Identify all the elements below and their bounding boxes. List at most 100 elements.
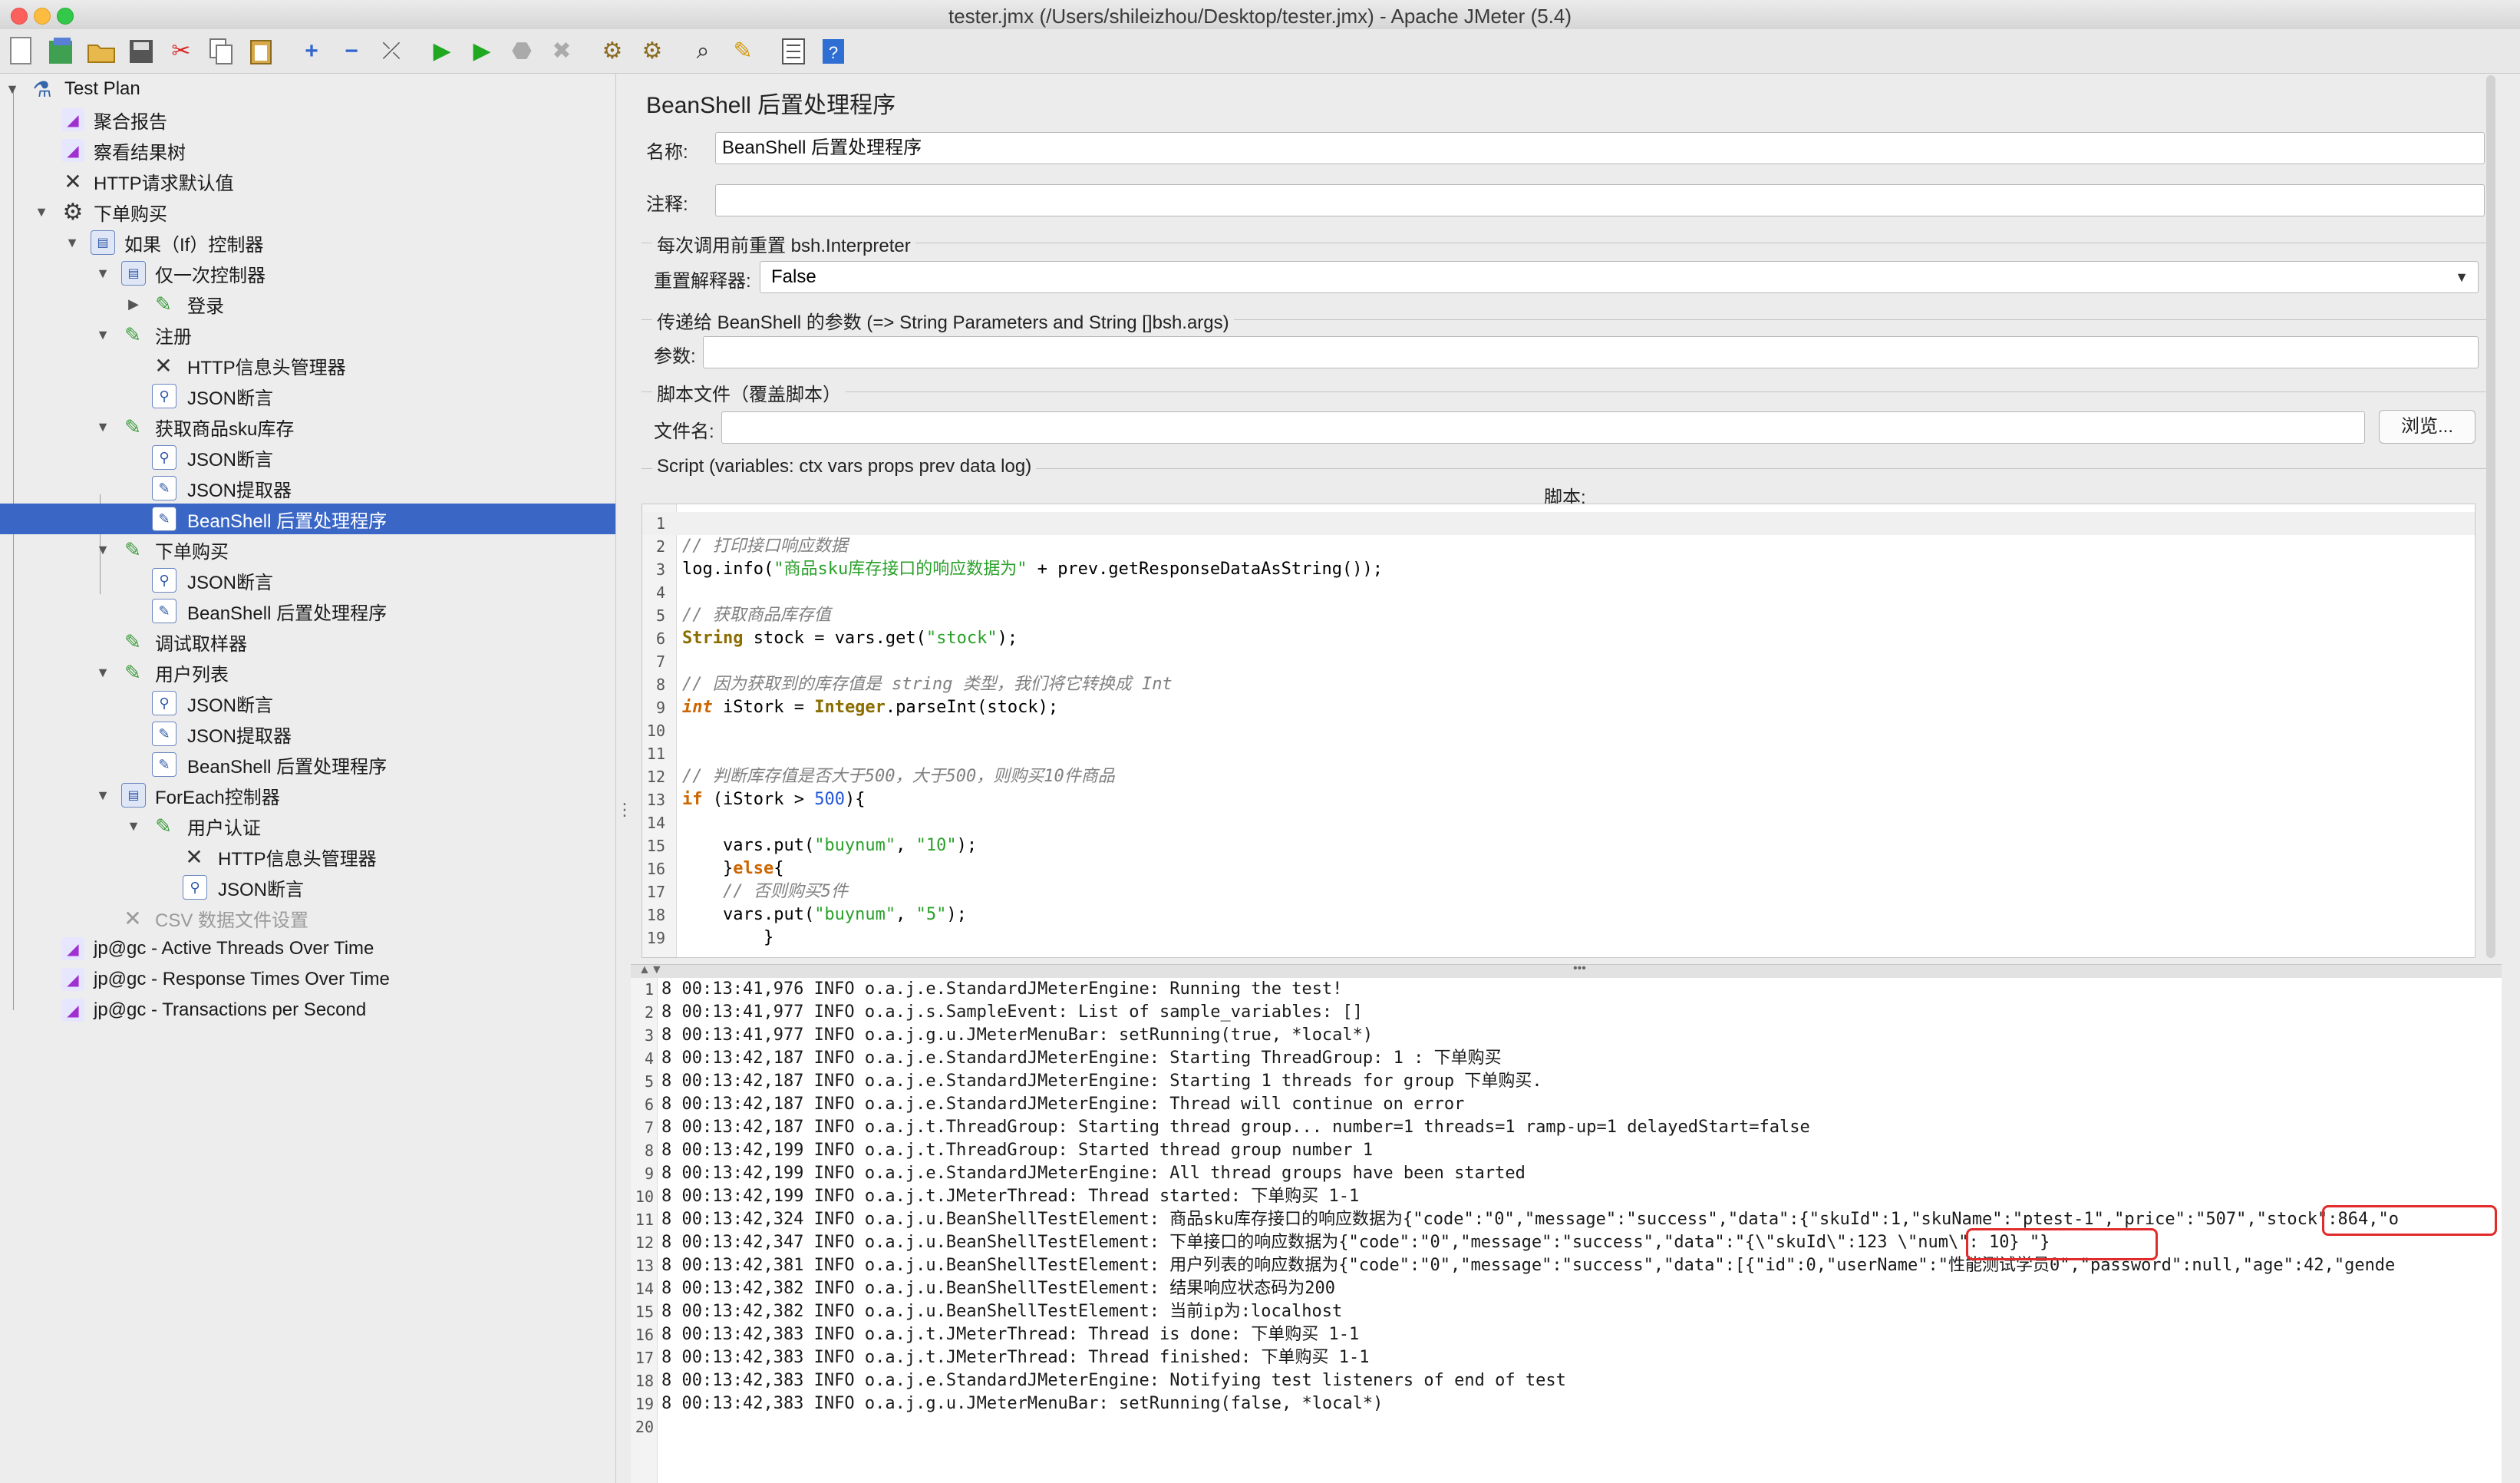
templates-icon[interactable] [45,35,78,68]
log-viewer[interactable]: 18 00:13:41,976 INFO o.a.j.e.StandardJMe… [631,978,2502,1483]
tree-item[interactable]: ⚲ JSON断言 [0,688,615,718]
tree-item[interactable]: ▼ ⚗ Test Plan [0,74,615,104]
window-title: tester.jmx (/Users/shileizhou/Desktop/te… [948,5,1572,28]
collapse-toggle-icon[interactable]: ▼ [95,419,110,434]
tree-item[interactable]: ⚲ JSON断言 [0,565,615,596]
collapse-toggle-icon[interactable]: ▼ [95,542,110,557]
config-tools-icon: ✕ [154,353,173,378]
copy-icon[interactable] [204,35,238,68]
stop-icon[interactable]: ⬣ [505,35,539,68]
split-pane-handle[interactable]: ⋮ [616,801,633,829]
expand-toggle-icon[interactable]: ▶ [126,296,141,312]
tree-item[interactable]: ▼ ▤ 如果（If）控制器 [0,227,615,258]
tree-item-label: jp@gc - Transactions per Second [94,999,367,1020]
tree-item[interactable]: ◢ jp@gc - Response Times Over Time [0,964,615,995]
collapse-toggle-icon[interactable]: ▼ [95,665,110,680]
collapse-toggle-icon[interactable]: ▼ [95,266,110,281]
collapse-toggle-icon[interactable]: ▼ [34,204,49,220]
clear-icon[interactable]: ⚙ [595,35,629,68]
listener-chart-icon: ◢ [61,108,84,131]
post-processor-icon: ✎ [152,722,176,746]
toggle-icon[interactable]: ⤫ [374,35,408,68]
tree-item[interactable]: ▼ ▤ 仅一次控制器 [0,258,615,289]
function-helper-icon[interactable] [777,35,810,68]
tree-item[interactable]: ▼ ✎ 注册 [0,319,615,350]
browse-button[interactable]: 浏览... [2379,410,2475,444]
start-icon[interactable]: ▶ [425,35,459,68]
tree-item[interactable]: ✎ 调试取样器 [0,626,615,657]
drag-handle-icon[interactable]: ••• [1573,962,1586,976]
script-editor[interactable]: 1 2// 打印接口响应数据 3 log.info("商品sku库存接口的响应数据… [642,504,2475,958]
code-line: 5// 获取商品库存值 [655,606,831,625]
tree-item-label: jp@gc - Active Threads Over Time [94,938,374,959]
filename-label: 文件名: [654,421,714,442]
tree-item[interactable]: ✎ BeanShell 后置处理程序 [0,596,615,626]
tree-item[interactable]: ✕ HTTP信息头管理器 [0,841,615,872]
sampler-pipette-icon: ✎ [124,322,141,346]
tree-item[interactable]: ✕ HTTP信息头管理器 [0,350,615,381]
tree-item[interactable]: ▼ ✎ 获取商品sku库存 [0,411,615,442]
tree-item[interactable]: ▶ ✎ 登录 [0,289,615,319]
tree-item-disabled[interactable]: ✕ CSV 数据文件设置 [0,903,615,933]
tree-item[interactable]: ▼ ⚙ 下单购买 [0,197,615,227]
reset-search-icon[interactable]: ✎ [726,35,760,68]
search-icon[interactable]: ⌕ [686,35,720,68]
filename-field[interactable] [721,411,2365,444]
collapse-toggle-icon[interactable]: ▼ [126,818,141,834]
sampler-pipette-icon: ✎ [124,629,141,653]
listener-chart-icon: ◢ [61,968,84,991]
shutdown-icon[interactable]: ✖ [545,35,579,68]
start-no-pause-icon[interactable]: ▶ [465,35,499,68]
log-split-bar[interactable]: ▲▼ ••• [631,962,2502,979]
tree-item[interactable]: ▼ ✎ 用户列表 [0,657,615,688]
tree-item[interactable]: ◢ 聚合报告 [0,104,615,135]
tree-item[interactable]: ⚲ JSON断言 [0,381,615,411]
tree-item-label: HTTP信息头管理器 [187,357,346,378]
test-plan-tree: ▼ ⚗ Test Plan ◢ 聚合报告 ◢ 察看结果树 ✕ HTTP请求默认值… [0,74,616,1483]
help-icon[interactable]: ? [816,35,850,68]
expand-icon[interactable]: + [295,35,328,68]
collapse-toggle-icon[interactable]: ▼ [5,81,20,97]
tree-item[interactable]: ✎ JSON提取器 [0,473,615,504]
reset-interpreter-select[interactable]: False ▼ [760,261,2479,293]
collapse-icon[interactable]: − [335,35,368,68]
tree-item[interactable]: ▼ ▤ ForEach控制器 [0,780,615,811]
group-border [642,391,2486,392]
params-field[interactable] [703,336,2479,368]
tree-item-selected[interactable]: ✎ BeanShell 后置处理程序 [0,504,615,534]
comment-field[interactable] [715,184,2485,216]
controller-icon: ▤ [91,230,115,255]
tree-item[interactable]: ▼ ✎ 下单购买 [0,534,615,565]
collapse-toggle-icon[interactable]: ▼ [95,788,110,803]
tree-item[interactable]: ▼ ✎ 用户认证 [0,811,615,841]
collapse-toggle-icon[interactable]: ▼ [95,327,110,342]
tree-item[interactable]: ◢ jp@gc - Transactions per Second [0,995,615,1026]
post-processor-icon: ✎ [152,476,176,500]
tree-item[interactable]: ⚲ JSON断言 [0,442,615,473]
tree-item[interactable]: ⚲ JSON断言 [0,872,615,903]
cut-icon[interactable]: ✂ [164,35,198,68]
tree-item[interactable]: ✎ JSON提取器 [0,718,615,749]
highlight-stock-annotation [2322,1205,2497,1236]
tree-item[interactable]: ✎ BeanShell 后置处理程序 [0,749,615,780]
controller-icon: ▤ [121,783,146,808]
new-icon[interactable] [5,35,38,68]
tree-item-label: CSV 数据文件设置 [155,910,309,931]
code-line: 18 vars.put("buynum", "5"); [646,905,967,924]
collapse-toggle-icon[interactable]: ▼ [64,235,80,250]
code-line: 11 [646,745,665,763]
paste-icon[interactable] [244,35,278,68]
script-group-title: Script (variables: ctx vars props prev d… [652,456,1037,477]
open-icon[interactable] [84,35,118,68]
name-field[interactable]: BeanShell 后置处理程序 [715,132,2485,164]
comment-label: 注释: [646,194,688,215]
clear-all-icon[interactable]: ⚙ [635,35,669,68]
tree-item[interactable]: ◢ 察看结果树 [0,135,615,166]
tree-item[interactable]: ◢ jp@gc - Active Threads Over Time [0,933,615,964]
split-arrows-icon[interactable]: ▲▼ [638,963,663,977]
post-processor-icon: ✎ [152,752,176,777]
panel-scrollbar[interactable] [2486,75,2495,958]
code-line: 1 [642,512,2475,535]
save-icon[interactable] [124,35,158,68]
tree-item[interactable]: ✕ HTTP请求默认值 [0,166,615,197]
